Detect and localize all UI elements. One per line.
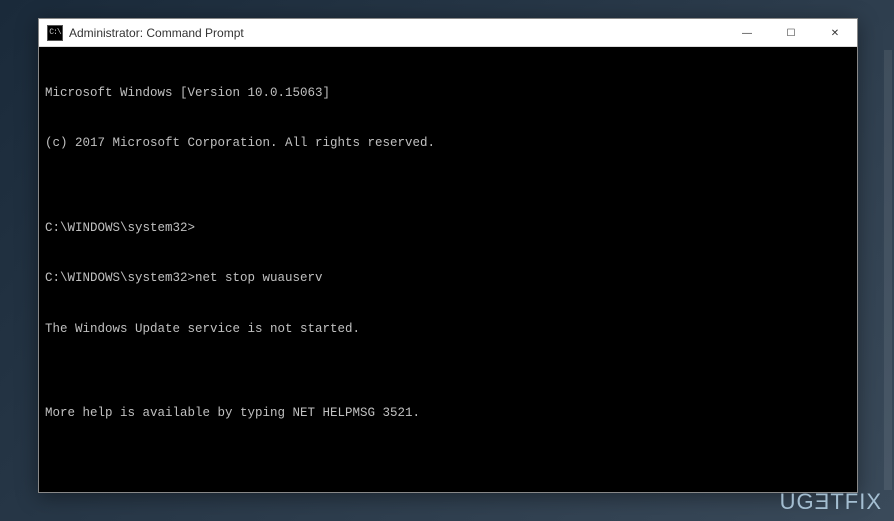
watermark-part1: UG <box>780 489 815 514</box>
terminal-line: (c) 2017 Microsoft Corporation. All righ… <box>45 135 851 152</box>
window-title: Administrator: Command Prompt <box>69 26 244 40</box>
terminal-line: C:\WINDOWS\system32>net stop wuauserv <box>45 270 851 287</box>
cmd-icon-glyph: C:\ <box>49 28 60 37</box>
watermark-e: Ǝ <box>815 489 831 514</box>
watermark: UGƎTFIX <box>780 489 882 515</box>
maximize-icon: ☐ <box>787 28 796 39</box>
maximize-button[interactable]: ☐ <box>769 19 813 47</box>
watermark-part2: TFIX <box>830 489 882 514</box>
terminal-line: Microsoft Windows [Version 10.0.15063] <box>45 85 851 102</box>
minimize-button[interactable]: — <box>725 19 769 47</box>
terminal-line: C:\WINDOWS\system32> <box>45 220 851 237</box>
command-prompt-window: C:\ Administrator: Command Prompt — ☐ ✕ … <box>38 18 858 493</box>
close-icon: ✕ <box>831 28 839 39</box>
terminal-line: The Windows Update service is not starte… <box>45 321 851 338</box>
titlebar[interactable]: C:\ Administrator: Command Prompt — ☐ ✕ <box>39 19 857 47</box>
minimize-icon: — <box>742 28 752 39</box>
window-controls: — ☐ ✕ <box>725 19 857 47</box>
close-button[interactable]: ✕ <box>813 19 857 47</box>
scrollbar-track[interactable] <box>884 50 892 490</box>
terminal-output[interactable]: Microsoft Windows [Version 10.0.15063] (… <box>39 47 857 492</box>
cmd-icon: C:\ <box>47 25 63 41</box>
terminal-line: More help is available by typing NET HEL… <box>45 405 851 422</box>
